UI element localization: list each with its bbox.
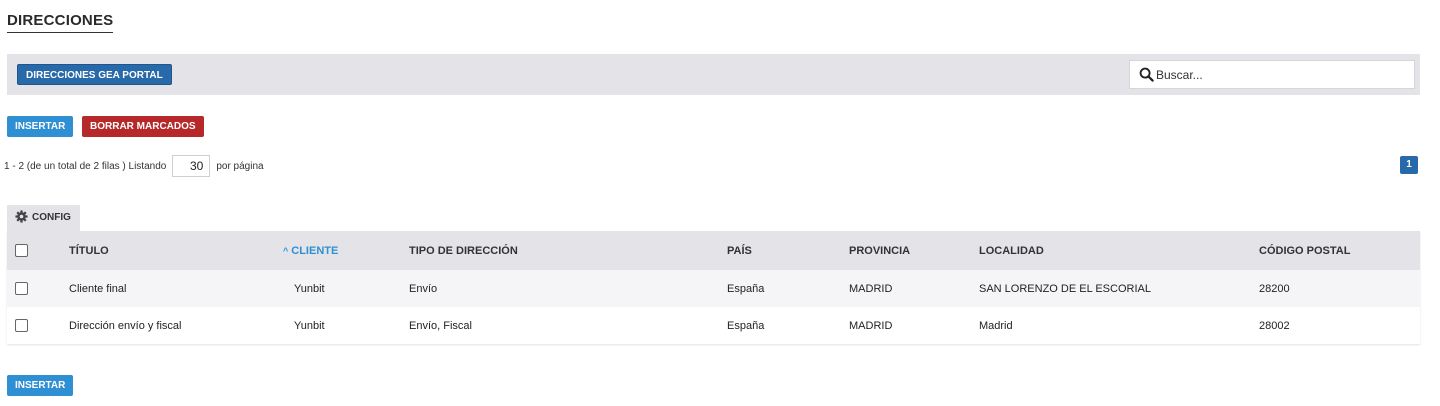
page-button-1[interactable]: 1 <box>1400 156 1418 174</box>
cell-cliente: Yunbit <box>283 307 409 344</box>
row-checkbox[interactable] <box>15 282 28 295</box>
table-row[interactable]: Cliente final Yunbit Envío España MADRID… <box>7 270 1420 307</box>
cell-localidad: Madrid <box>979 307 1259 344</box>
paging-info: 1 - 2 (de un total de 2 filas ) Listando… <box>4 155 264 179</box>
table-header-row: TÍTULO ^ CLIENTE TIPO DE DIRECCIÓN PAÍS P… <box>7 231 1420 270</box>
row-select-cell <box>7 307 69 344</box>
per-page-input[interactable]: 30 <box>172 155 211 178</box>
cell-titulo[interactable]: Cliente final <box>69 270 283 307</box>
header-cp[interactable]: CÓDIGO POSTAL <box>1259 231 1420 270</box>
insert-button-bottom[interactable]: INSERTAR <box>7 375 74 396</box>
delete-marked-button[interactable]: BORRAR MARCADOS <box>82 116 204 137</box>
per-page-suffix: por página <box>216 161 264 172</box>
table-row[interactable]: Dirección envío y fiscal Yunbit Envío, F… <box>7 307 1420 344</box>
header-cliente[interactable]: ^ CLIENTE <box>283 231 409 270</box>
top-toolbar: DIRECCIONES GEA PORTAL <box>7 54 1420 95</box>
cell-pais: España <box>727 307 849 344</box>
paging-summary: 1 - 2 (de un total de 2 filas ) Listando <box>4 161 167 172</box>
header-titulo[interactable]: TÍTULO <box>69 231 283 270</box>
cell-pais: España <box>727 270 849 307</box>
row-checkbox[interactable] <box>15 319 28 332</box>
cell-tipo: Envío <box>409 270 727 307</box>
select-all-checkbox[interactable] <box>15 244 28 257</box>
cell-provincia: MADRID <box>849 270 979 307</box>
header-pais[interactable]: PAÍS <box>727 231 849 270</box>
header-cliente-label: CLIENTE <box>291 244 339 257</box>
cell-cp: 28200 <box>1259 270 1420 307</box>
select-all-cell <box>7 231 69 270</box>
search-icon <box>1139 67 1154 82</box>
cell-localidad: SAN LORENZO DE EL ESCORIAL <box>979 270 1259 307</box>
search-box[interactable] <box>1129 60 1415 89</box>
cell-provincia: MADRID <box>849 307 979 344</box>
page-title: DIRECCIONES <box>7 12 114 33</box>
chevron-up-icon: ^ <box>283 245 289 256</box>
addresses-table: TÍTULO ^ CLIENTE TIPO DE DIRECCIÓN PAÍS P… <box>7 231 1420 344</box>
config-label: CONFIG <box>32 212 71 223</box>
cell-tipo: Envío, Fiscal <box>409 307 727 344</box>
search-input[interactable] <box>1156 65 1406 85</box>
header-localidad[interactable]: LOCALIDAD <box>979 231 1259 270</box>
gear-icon <box>15 210 28 223</box>
cell-cp: 28002 <box>1259 307 1420 344</box>
config-button[interactable]: CONFIG <box>7 205 80 231</box>
cell-cliente: Yunbit <box>283 270 409 307</box>
cell-titulo[interactable]: Dirección envío y fiscal <box>69 307 283 344</box>
header-tipo[interactable]: TIPO DE DIRECCIÓN <box>409 231 727 270</box>
insert-button-top[interactable]: INSERTAR <box>7 116 74 137</box>
row-select-cell <box>7 270 69 307</box>
direcciones-gea-portal-button[interactable]: DIRECCIONES GEA PORTAL <box>17 64 172 85</box>
header-provincia[interactable]: PROVINCIA <box>849 231 979 270</box>
